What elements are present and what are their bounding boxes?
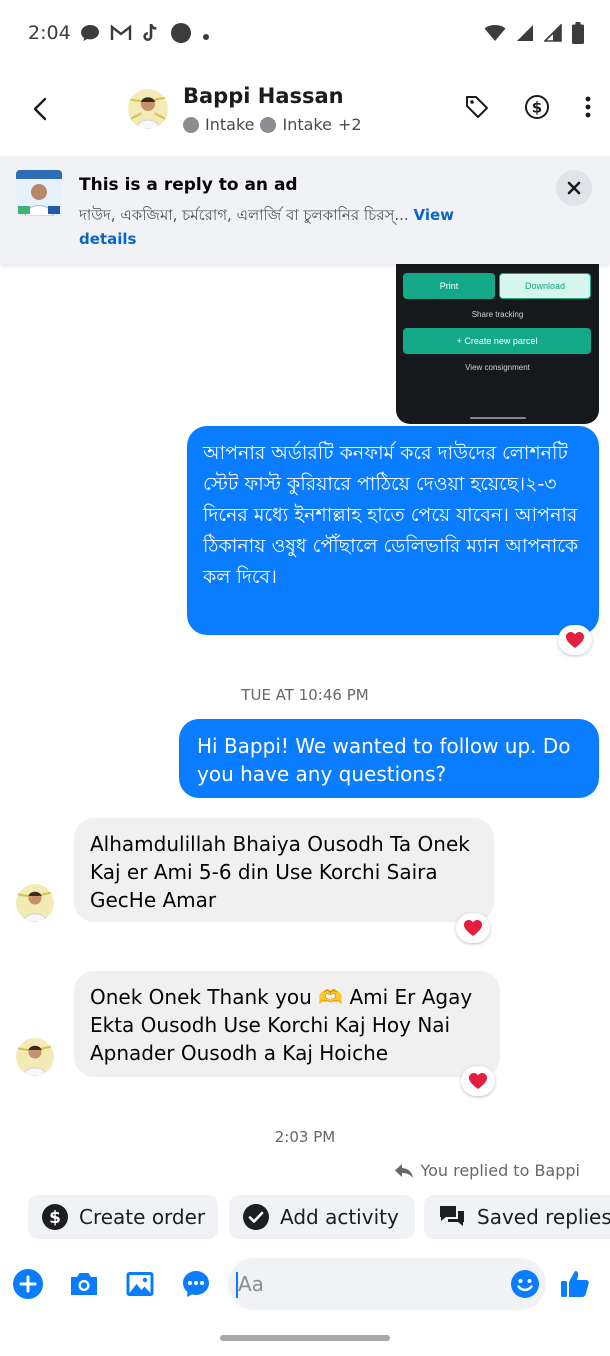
- message-bubble-incoming[interactable]: Alhamdulillah Bhaiya Ousodh Ta Onek Kaj …: [74, 818, 494, 922]
- reaction-heart[interactable]: [456, 913, 490, 943]
- saved-replies-button[interactable]: Saved replies: [424, 1195, 610, 1239]
- signal-icon: [516, 24, 534, 46]
- dollar-circle-icon: $: [42, 1204, 68, 1230]
- more-notifications-dot-icon: [202, 26, 210, 45]
- ad-banner-title: This is a reply to an ad: [79, 175, 298, 195]
- status-time: 2:04: [28, 22, 71, 44]
- heart-icon: [464, 920, 482, 936]
- message-bubble-incoming[interactable]: Onek Onek Thank you 🫶 Ami Er Agay Ekta O…: [74, 971, 500, 1077]
- create-order-label: Create order: [79, 1205, 206, 1229]
- close-banner-button[interactable]: [556, 170, 592, 206]
- replied-indicator: You replied to Bappi: [394, 1161, 580, 1180]
- conversation-header: Bappi Hassan Intake Intake +2 $: [0, 68, 610, 156]
- message-text: আপনার অর্ডারটি কনফার্ম করে দাউদের লোশনটি…: [203, 442, 579, 588]
- add-plus-icon[interactable]: [12, 1268, 44, 1300]
- view-details-link-word-2[interactable]: details: [79, 230, 136, 248]
- status-bar: 2:04: [0, 0, 610, 68]
- battery-icon: [572, 22, 584, 48]
- svg-text:$: $: [532, 99, 542, 117]
- message-text: Hi Bappi! We wanted to follow up. Do you…: [197, 734, 571, 786]
- heart-icon: [566, 632, 584, 648]
- system-icons: [484, 22, 584, 48]
- saved-replies-label: Saved replies: [477, 1205, 610, 1229]
- screenshot-view-label: View consignment: [465, 363, 530, 372]
- message-text: Alhamdulillah Bhaiya Ousodh Ta Onek Kaj …: [90, 832, 470, 912]
- view-details-link-word-1[interactable]: View: [413, 206, 454, 224]
- quick-actions-bar: $ Create order Add activity Saved replie…: [28, 1195, 610, 1241]
- wifi-icon: [484, 24, 506, 46]
- back-arrow-icon[interactable]: [26, 92, 56, 126]
- chat-bubbles-icon: [440, 1206, 464, 1226]
- screenshot-share-label: Share tracking: [471, 310, 524, 319]
- label-tag-icon[interactable]: [464, 94, 490, 124]
- close-icon: [567, 181, 581, 195]
- emoji-icon[interactable]: [509, 1268, 541, 1300]
- screenshot-home-bar: [470, 417, 526, 419]
- ad-banner-description: দাউদ, একজিমা, চর্মরোগ, এলার্জি বা চুলকান…: [79, 203, 509, 251]
- gesture-nav-bar[interactable]: [220, 1335, 390, 1341]
- label-intake-2: Intake: [282, 115, 332, 134]
- contact-avatar-small[interactable]: [16, 1038, 54, 1076]
- label-dot-icon: [260, 116, 277, 133]
- create-order-button[interactable]: $ Create order: [28, 1195, 218, 1239]
- screenshot-download-label: Download: [499, 273, 591, 299]
- contact-avatar-small[interactable]: [16, 884, 54, 922]
- more-options-icon[interactable]: [584, 95, 592, 123]
- dollar-icon[interactable]: $: [524, 94, 550, 124]
- label-intake-1: Intake: [205, 115, 255, 134]
- replied-text: You replied to Bappi: [420, 1161, 580, 1180]
- ad-description-text: দাউদ, একজিমা, চর্মরোগ, এলার্জি বা চুলকান…: [79, 206, 409, 224]
- message-bubble-outgoing[interactable]: আপনার অর্ডারটি কনফার্ম করে দাউদের লোশনটি…: [187, 426, 599, 635]
- header-actions: $: [464, 94, 592, 124]
- signal-2-icon: [543, 23, 562, 46]
- shared-screenshot-image[interactable]: Print Download Share tracking + Create n…: [396, 256, 599, 424]
- message-input[interactable]: Aa: [228, 1258, 546, 1310]
- contact-avatar[interactable]: [128, 89, 168, 129]
- gmail-icon: [110, 24, 132, 46]
- svg-text:$: $: [49, 1208, 61, 1228]
- message-text: Onek Onek Thank you 🫶 Ami Er Agay Ekta O…: [90, 985, 473, 1065]
- screenshot-print-label: Print: [403, 273, 495, 299]
- thumbs-up-icon[interactable]: [559, 1268, 591, 1300]
- reaction-heart[interactable]: [558, 625, 592, 655]
- label-dot-icon: [183, 116, 199, 133]
- message-bubble-outgoing[interactable]: Hi Bappi! We wanted to follow up. Do you…: [179, 719, 599, 798]
- app-notification-icon: [170, 22, 192, 48]
- reply-arrow-icon: [395, 1163, 414, 1178]
- add-activity-button[interactable]: Add activity: [229, 1195, 415, 1239]
- reaction-heart[interactable]: [461, 1066, 495, 1096]
- heart-icon: [469, 1073, 487, 1089]
- screenshot-create-label: + Create new parcel: [403, 328, 591, 354]
- check-circle-icon: [243, 1204, 269, 1230]
- message-input-placeholder: Aa: [238, 1272, 264, 1296]
- timestamp: 2:03 PM: [274, 1128, 336, 1146]
- gallery-icon[interactable]: [124, 1268, 156, 1300]
- label-more-count: +2: [337, 115, 362, 134]
- contact-name[interactable]: Bappi Hassan: [183, 84, 344, 108]
- chat-bubble-icon[interactable]: [180, 1268, 212, 1300]
- camera-icon[interactable]: [68, 1268, 100, 1300]
- chat-notification-icon: [80, 24, 100, 46]
- ad-reply-banner[interactable]: This is a reply to an ad দাউদ, একজিমা, চ…: [0, 156, 610, 264]
- timestamp: TUE AT 10:46 PM: [241, 686, 369, 704]
- ad-thumbnail: [16, 170, 62, 216]
- notification-icons: [80, 22, 210, 48]
- message-composer: Aa: [0, 1256, 610, 1312]
- contact-labels[interactable]: Intake Intake +2: [183, 115, 362, 134]
- tiktok-icon: [142, 23, 160, 47]
- add-activity-label: Add activity: [280, 1205, 399, 1229]
